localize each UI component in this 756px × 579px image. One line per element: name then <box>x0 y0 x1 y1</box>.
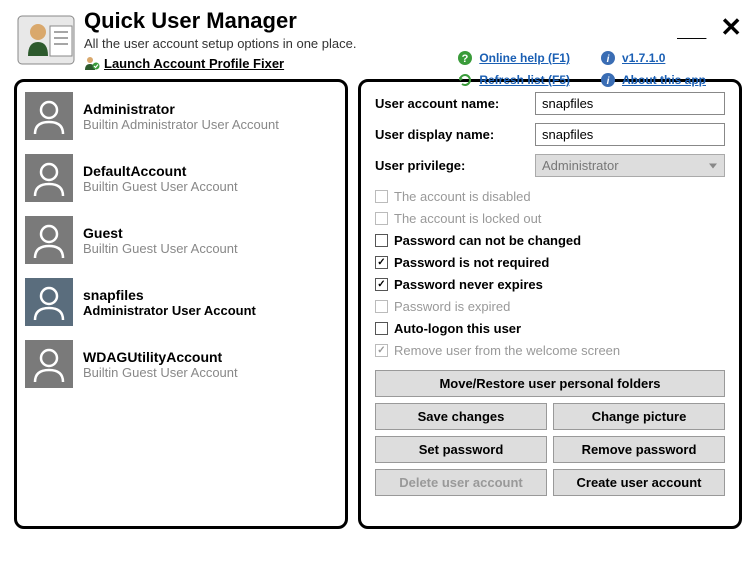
user-list-item[interactable]: DefaultAccountBuiltin Guest User Account <box>23 150 339 206</box>
user-desc-label: Builtin Guest User Account <box>83 179 238 194</box>
remove-password-button[interactable]: Remove password <box>553 436 725 463</box>
minimize-button[interactable]: __ <box>677 21 706 34</box>
svg-text:i: i <box>607 54 610 65</box>
refresh-list-link[interactable]: Refresh list (F5) <box>479 73 570 87</box>
user-desc-label: Builtin Administrator User Account <box>83 117 279 132</box>
user-list-item[interactable]: snapfilesAdministrator User Account <box>23 274 339 330</box>
online-help-link[interactable]: Online help (F1) <box>479 51 570 65</box>
user-avatar-icon <box>25 92 73 140</box>
checkbox-label: Auto-logon this user <box>394 321 521 336</box>
account-name-input[interactable] <box>535 92 725 115</box>
user-name-label: Guest <box>83 225 238 241</box>
version-link[interactable]: v1.7.1.0 <box>622 51 665 65</box>
checkbox-label: Password can not be changed <box>394 233 581 248</box>
about-icon: i <box>600 72 616 88</box>
checkbox <box>375 344 388 357</box>
user-name-label: snapfiles <box>83 287 256 303</box>
launch-profile-fixer-link[interactable]: Launch Account Profile Fixer <box>104 56 284 71</box>
checkbox <box>375 190 388 203</box>
user-desc-label: Administrator User Account <box>83 303 256 318</box>
checkbox-row: The account is disabled <box>375 189 725 204</box>
user-list-item[interactable]: WDAGUtilityAccountBuiltin Guest User Acc… <box>23 336 339 392</box>
change-picture-button[interactable]: Change picture <box>553 403 725 430</box>
checkbox-row: The account is locked out <box>375 211 725 226</box>
user-list-item[interactable]: AdministratorBuiltin Administrator User … <box>23 88 339 144</box>
save-changes-button[interactable]: Save changes <box>375 403 547 430</box>
user-check-icon <box>84 55 100 71</box>
checkbox <box>375 300 388 313</box>
help-icon: ? <box>457 50 473 66</box>
set-password-button[interactable]: Set password <box>375 436 547 463</box>
user-list-panel: AdministratorBuiltin Administrator User … <box>14 79 348 529</box>
refresh-icon <box>457 72 473 88</box>
checkbox-row[interactable]: Password can not be changed <box>375 233 725 248</box>
display-name-input[interactable] <box>535 123 725 146</box>
app-subtitle: All the user account setup options in on… <box>84 36 740 51</box>
user-name-label: WDAGUtilityAccount <box>83 349 238 365</box>
app-icon <box>16 8 76 68</box>
svg-text:?: ? <box>462 53 469 65</box>
checkbox[interactable] <box>375 278 388 291</box>
move-restore-button[interactable]: Move/Restore user personal folders <box>375 370 725 397</box>
account-name-label: User account name: <box>375 96 535 111</box>
about-link[interactable]: About this app <box>622 73 706 87</box>
checkbox[interactable] <box>375 322 388 335</box>
checkbox-label: Password never expires <box>394 277 543 292</box>
user-details-panel: User account name: User display name: Us… <box>358 79 742 529</box>
checkbox-row[interactable]: Auto-logon this user <box>375 321 725 336</box>
checkbox-row: Password is expired <box>375 299 725 314</box>
user-name-label: DefaultAccount <box>83 163 238 179</box>
privilege-select[interactable]: Administrator <box>535 154 725 177</box>
checkbox-label: Remove user from the welcome screen <box>394 343 620 358</box>
close-button[interactable]: ✕ <box>720 12 742 43</box>
checkbox[interactable] <box>375 256 388 269</box>
checkbox-row[interactable]: Password is not required <box>375 255 725 270</box>
user-avatar-icon <box>25 278 73 326</box>
user-desc-label: Builtin Guest User Account <box>83 365 238 380</box>
checkbox-label: Password is not required <box>394 255 549 270</box>
checkbox-label: The account is locked out <box>394 211 541 226</box>
delete-user-button: Delete user account <box>375 469 547 496</box>
privilege-label: User privilege: <box>375 158 535 173</box>
display-name-label: User display name: <box>375 127 535 142</box>
user-avatar-icon <box>25 216 73 264</box>
create-user-button[interactable]: Create user account <box>553 469 725 496</box>
user-avatar-icon <box>25 154 73 202</box>
user-name-label: Administrator <box>83 101 279 117</box>
checkbox <box>375 212 388 225</box>
svg-text:i: i <box>607 76 610 87</box>
checkbox[interactable] <box>375 234 388 247</box>
checkbox-row: Remove user from the welcome screen <box>375 343 725 358</box>
user-avatar-icon <box>25 340 73 388</box>
user-desc-label: Builtin Guest User Account <box>83 241 238 256</box>
user-list-item[interactable]: GuestBuiltin Guest User Account <box>23 212 339 268</box>
app-title: Quick User Manager <box>84 8 740 34</box>
checkbox-label: Password is expired <box>394 299 510 314</box>
checkbox-label: The account is disabled <box>394 189 531 204</box>
info-icon: i <box>600 50 616 66</box>
checkbox-row[interactable]: Password never expires <box>375 277 725 292</box>
